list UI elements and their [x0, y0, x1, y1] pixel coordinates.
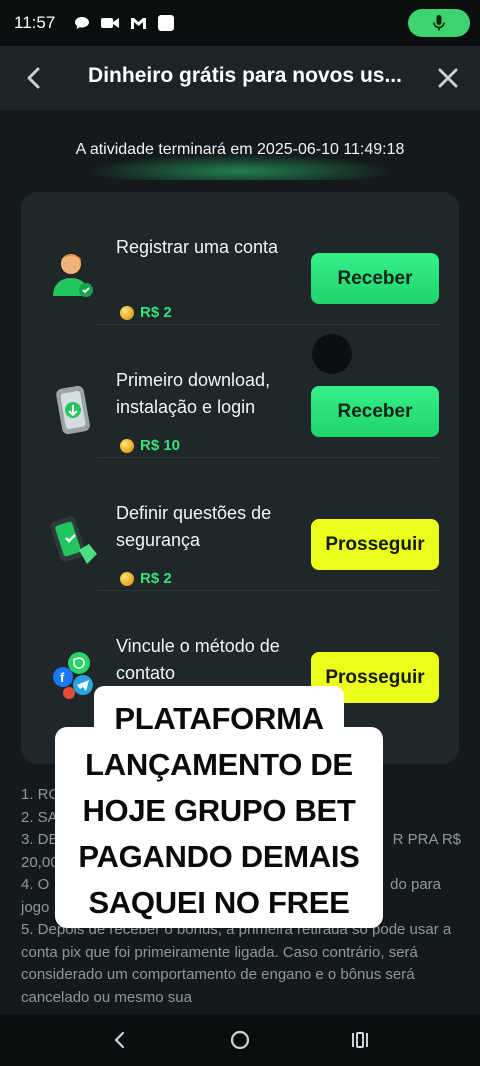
nav-recents-icon: [352, 1032, 368, 1048]
coin-icon: [120, 571, 134, 586]
reward-amount: R$ 10: [140, 437, 181, 454]
user-avatar-icon: [49, 250, 99, 304]
reward: R$ 2: [120, 304, 172, 321]
microphone-indicator[interactable]: [408, 9, 470, 37]
floating-overlay-dot[interactable]: [312, 334, 352, 374]
receive-button[interactable]: Receber: [311, 253, 439, 304]
close-icon: [438, 68, 458, 88]
svg-text:f: f: [60, 670, 65, 685]
rule-line: 2. SA: [21, 808, 58, 826]
app-header: Dinheiro grátis para novos us...: [0, 46, 480, 110]
status-time: 11:57: [14, 13, 56, 32]
notification-icons: [73, 15, 175, 31]
microphone-icon: [433, 15, 445, 31]
task-title: Primeiro download, instalação e login: [116, 370, 271, 417]
rule-line-start: 4. O: [21, 876, 50, 893]
task-register: Registrar uma conta R$ 2 Receber: [21, 192, 459, 325]
rule-line-end: R PRA R$: [392, 831, 461, 848]
back-button[interactable]: [20, 64, 48, 92]
phone-download-icon: [49, 383, 99, 437]
rule-line: 4. O do para: [21, 874, 461, 897]
task-title: Vincule o método de contato: [116, 636, 280, 683]
app-square-icon: [157, 15, 175, 31]
social-apps-icon: f: [49, 649, 99, 703]
task-title: Registrar uma conta: [116, 237, 279, 257]
chat-bubble-icon: [73, 16, 91, 30]
task-title: Definir questões de segurança: [116, 503, 272, 550]
proceed-button[interactable]: Prosseguir: [311, 652, 439, 703]
reward: R$ 2: [120, 570, 172, 587]
rule-line: 1. RO: [21, 786, 61, 803]
phone-shield-icon: [49, 516, 99, 570]
tasks-card: Registrar uma conta R$ 2 Receber Primeir…: [21, 192, 459, 764]
status-bar: 11:57: [0, 0, 480, 46]
rule-line-start: 3. DE: [21, 831, 59, 848]
close-button[interactable]: [434, 64, 462, 92]
task-security-questions: Definir questões de segurança R$ 2 Pross…: [21, 458, 459, 591]
proceed-button[interactable]: Prosseguir: [311, 519, 439, 570]
countdown-text: A atividade terminará em 2025-06-10 11:4…: [75, 141, 405, 158]
nav-home-icon: [230, 1030, 250, 1050]
video-camera-icon: [101, 16, 120, 30]
coin-icon: [120, 438, 134, 453]
rule-line: 20,00: [21, 853, 59, 871]
task-contact-method: f Vincule o método de contato Prosseguir: [21, 591, 459, 724]
rule-line: 5. Depois de receber o bônus, a primeira…: [21, 921, 452, 1006]
countdown-banner: A atividade terminará em 2025-06-10 11:4…: [40, 120, 440, 180]
nav-recents-button[interactable]: [342, 1022, 378, 1058]
rule-line-end: do para: [390, 876, 441, 893]
nav-home-button[interactable]: [222, 1022, 258, 1058]
system-nav-bar: [0, 1014, 480, 1066]
nav-back-button[interactable]: [102, 1022, 138, 1058]
task-download: Primeiro download, instalação e login R$…: [21, 325, 459, 458]
chevron-left-icon: [27, 67, 40, 89]
rule-line: jogo: [21, 898, 50, 916]
nav-back-icon: [114, 1031, 125, 1049]
reward-amount: R$ 2: [140, 304, 172, 321]
page-title: Dinheiro grátis para novos us...: [88, 64, 402, 87]
gmail-icon: [129, 16, 147, 30]
rules-section: 1. RO 2. SA 3. DE R PRA R$ 20,00 4. O do…: [21, 784, 461, 1009]
rule-line: 3. DE R PRA R$: [21, 829, 461, 852]
receive-button[interactable]: Receber: [311, 386, 439, 437]
reward-amount: R$ 2: [140, 570, 172, 587]
reward: R$ 10: [120, 437, 180, 454]
coin-icon: [120, 305, 134, 320]
